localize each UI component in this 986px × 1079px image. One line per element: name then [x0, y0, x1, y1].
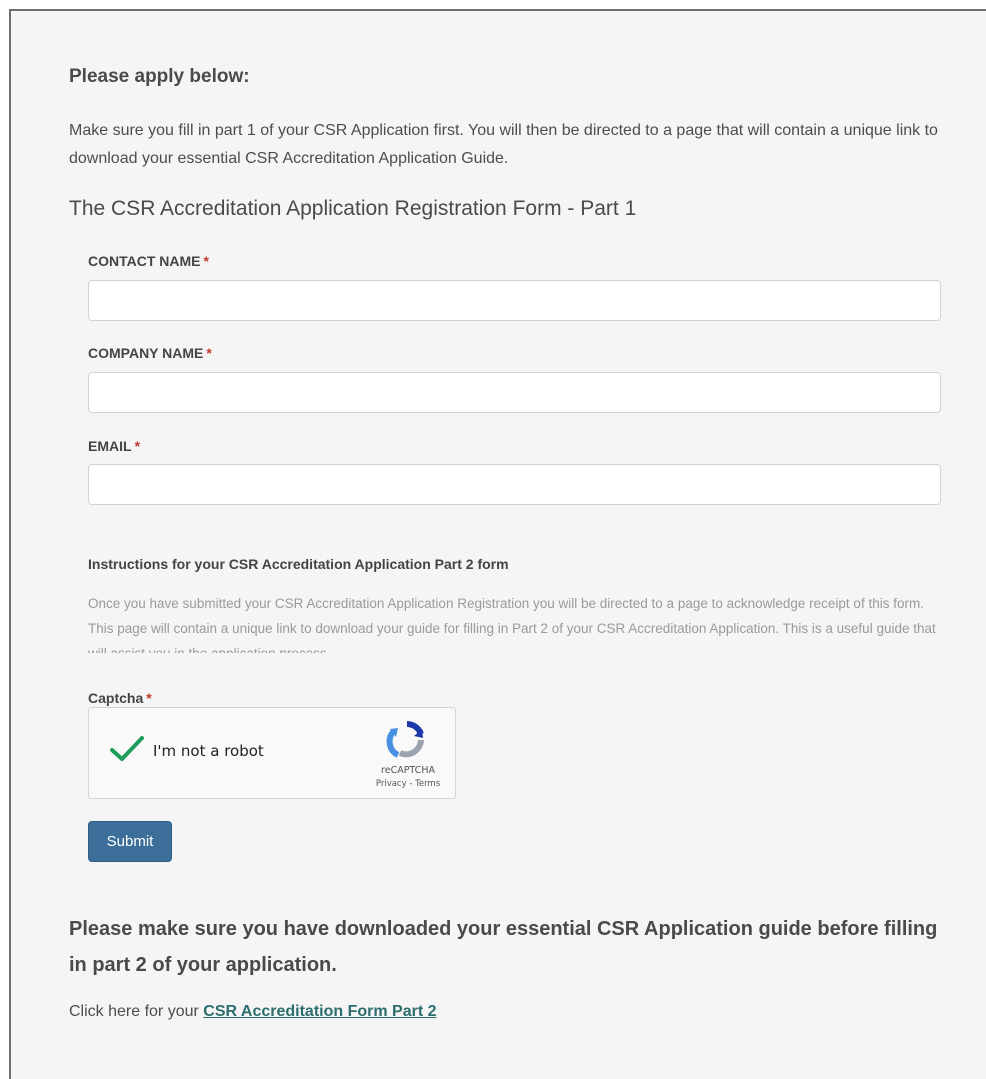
- email-label: EMAIL *: [88, 438, 140, 454]
- instructions-title: Instructions for your CSR Accreditation …: [88, 556, 509, 572]
- contact-name-label-text: CONTACT NAME: [88, 253, 201, 269]
- required-asterisk: *: [206, 345, 212, 361]
- instructions-body: Once you have submitted your CSR Accredi…: [88, 596, 936, 653]
- email-input[interactable]: [88, 464, 941, 505]
- download-notice: Please make sure you have downloaded you…: [69, 918, 938, 976]
- apply-heading: Please apply below:: [69, 66, 250, 87]
- intro-text: Make sure you fill in part 1 of your CSR…: [69, 122, 938, 167]
- captcha-checkbox-text: I'm not a robot: [153, 742, 264, 760]
- part2-form-link[interactable]: CSR Accreditation Form Part 2: [203, 1003, 436, 1020]
- recaptcha-widget: I'm not a robot reCAPTCHA Privacy - Term…: [88, 707, 456, 799]
- submit-button[interactable]: Submit: [88, 821, 172, 862]
- part2-link-line: Click here for your CSR Accreditation Fo…: [69, 1003, 437, 1021]
- contact-name-input[interactable]: [88, 280, 941, 321]
- page-frame: Please apply below: Make sure you fill i…: [9, 9, 986, 1079]
- required-asterisk: *: [203, 253, 209, 269]
- required-asterisk: *: [134, 438, 141, 454]
- company-name-input[interactable]: [88, 372, 941, 413]
- form-title: The CSR Accreditation Application Regist…: [69, 197, 637, 220]
- email-label-text: EMAIL: [88, 438, 132, 454]
- recaptcha-brand: reCAPTCHA: [381, 765, 435, 776]
- captcha-label-text: Captcha: [88, 690, 144, 706]
- captcha-label: Captcha *: [88, 690, 152, 706]
- company-name-label: COMPANY NAME *: [88, 345, 212, 361]
- company-name-label-text: COMPANY NAME: [88, 345, 204, 361]
- required-asterisk: *: [146, 690, 152, 706]
- recaptcha-logo-icon: [386, 721, 424, 758]
- recaptcha-privacy-terms[interactable]: Privacy - Terms: [371, 779, 445, 789]
- contact-name-label: CONTACT NAME *: [88, 253, 209, 269]
- checkmark-icon[interactable]: [109, 734, 145, 764]
- part2-link-prefix: Click here for your: [69, 1003, 204, 1020]
